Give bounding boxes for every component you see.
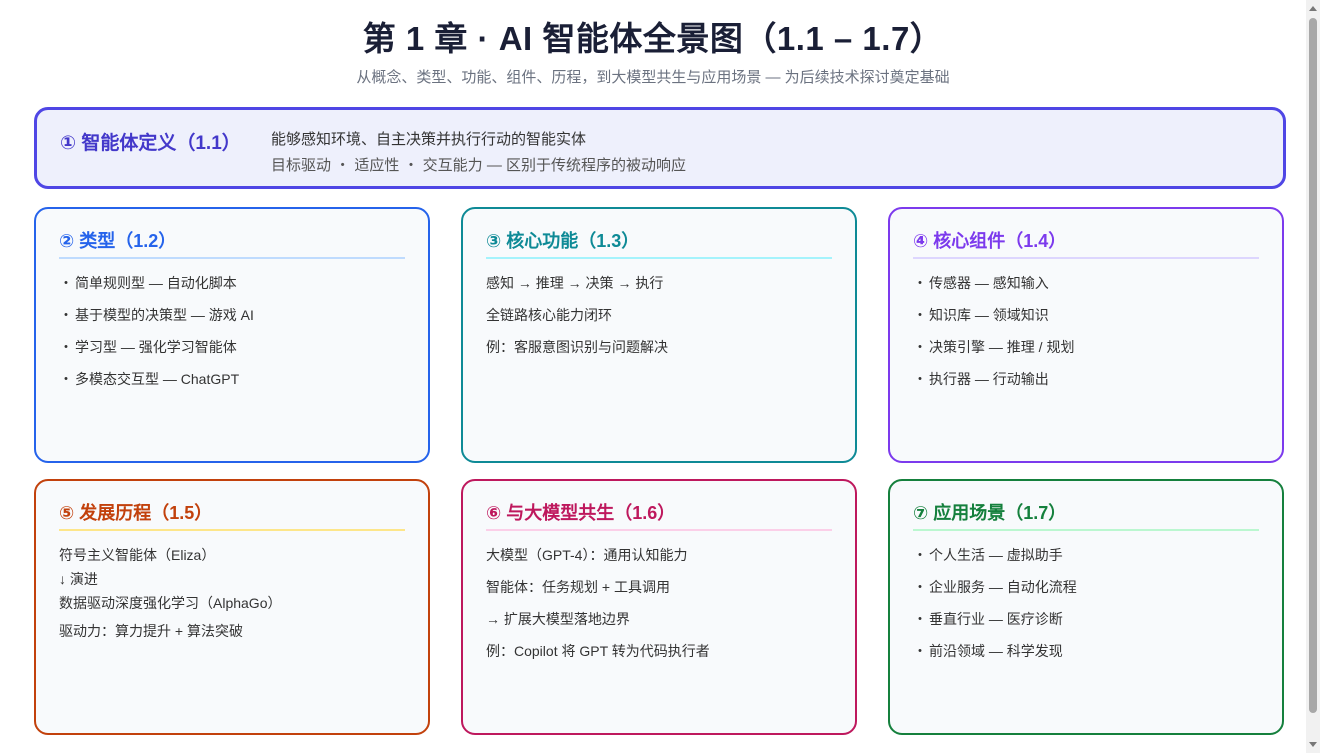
list-item: 企业服务 — 自动化流程 (913, 577, 1262, 597)
list-item: 简单规则型 — 自动化脚本 (59, 273, 408, 293)
scrollbar-thumb[interactable] (1309, 18, 1317, 713)
card-divider (486, 529, 832, 531)
page-title: 第 1 章 · AI 智能体全景图（1.1 – 1.7） (362, 20, 944, 57)
list-item: 感知 → 推理 → 决策 → 执行 (486, 275, 664, 291)
list-item: 例：Copilot 将 GPT 转为代码执行者 (486, 643, 710, 659)
list-item: 大模型（GPT-4）：通用认知能力 (486, 547, 688, 563)
card-title: ③ 核心功能（1.3） (486, 231, 640, 251)
list-item: 数据驱动深度强化学习（AlphaGo） (59, 595, 282, 611)
core-functions-card: ③ 核心功能（1.3） 感知 → 推理 → 决策 → 执行 全链路核心能力闭环 … (461, 207, 857, 463)
list-item: 符号主义智能体（Eliza） (59, 547, 216, 563)
card-title: ② 类型（1.2） (59, 231, 177, 251)
list-item: 驱动力：算力提升 + 算法突破 (59, 623, 243, 639)
card-divider (59, 529, 405, 531)
card-divider (486, 257, 832, 259)
scroll-down-arrow-icon[interactable] (1309, 742, 1317, 747)
list-item: ↓ 演进 (59, 571, 98, 587)
applications-card: ⑦ 应用场景（1.7） 个人生活 — 虚拟助手 企业服务 — 自动化流程 垂直行… (888, 479, 1284, 735)
definition-line: 目标驱动 ・ 适应性 ・ 交互能力 — 区别于传统程序的被动响应 (271, 157, 687, 174)
list-item: 智能体：任务规划 + 工具调用 (486, 579, 670, 595)
list-item: 传感器 — 感知输入 (913, 273, 1262, 293)
card-divider (913, 529, 1259, 531)
card-divider (59, 257, 405, 259)
list-item: 垂直行业 — 医疗诊断 (913, 609, 1262, 629)
card-title: ④ 核心组件（1.4） (913, 231, 1067, 251)
list-item: 知识库 — 领域知识 (913, 305, 1262, 325)
vertical-scrollbar[interactable] (1306, 0, 1320, 753)
list-item: 例：客服意图识别与问题解决 (486, 339, 668, 355)
page-subtitle: 从概念、类型、功能、组件、历程，到大模型共生与应用场景 — 为后续技术探讨奠定基… (356, 69, 950, 86)
scroll-up-arrow-icon[interactable] (1309, 6, 1317, 11)
list-item: → 扩展大模型落地边界 (486, 611, 630, 627)
list-item: 前沿领域 — 科学发现 (913, 641, 1262, 661)
core-components-card: ④ 核心组件（1.4） 传感器 — 感知输入 知识库 — 领域知识 决策引擎 —… (888, 207, 1284, 463)
list-item: 多模态交互型 — ChatGPT (59, 369, 408, 389)
card-title: ⑦ 应用场景（1.7） (913, 503, 1067, 523)
list-item: 学习型 — 强化学习智能体 (59, 337, 408, 357)
card-title: ⑤ 发展历程（1.5） (59, 503, 213, 523)
card-title: ⑥ 与大模型共生（1.6） (486, 503, 676, 523)
card-divider (913, 257, 1259, 259)
definition-card: ① 智能体定义（1.1） 能够感知环境、自主决策并执行行动的智能实体 目标驱动 … (34, 107, 1286, 189)
history-card: ⑤ 发展历程（1.5） 符号主义智能体（Eliza） ↓ 演进 数据驱动深度强化… (34, 479, 430, 735)
definition-title: ① 智能体定义（1.1） (60, 133, 241, 154)
llm-symbiosis-card: ⑥ 与大模型共生（1.6） 大模型（GPT-4）：通用认知能力 智能体：任务规划… (461, 479, 857, 735)
types-card: ② 类型（1.2） 简单规则型 — 自动化脚本 基于模型的决策型 — 游戏 AI… (34, 207, 430, 463)
list-item: 执行器 — 行动输出 (913, 369, 1262, 389)
definition-line: 能够感知环境、自主决策并执行行动的智能实体 (271, 131, 587, 148)
list-item: 全链路核心能力闭环 (486, 307, 612, 323)
list-item: 基于模型的决策型 — 游戏 AI (59, 305, 408, 325)
list-item: 决策引擎 — 推理 / 规划 (913, 337, 1262, 357)
list-item: 个人生活 — 虚拟助手 (913, 545, 1262, 565)
